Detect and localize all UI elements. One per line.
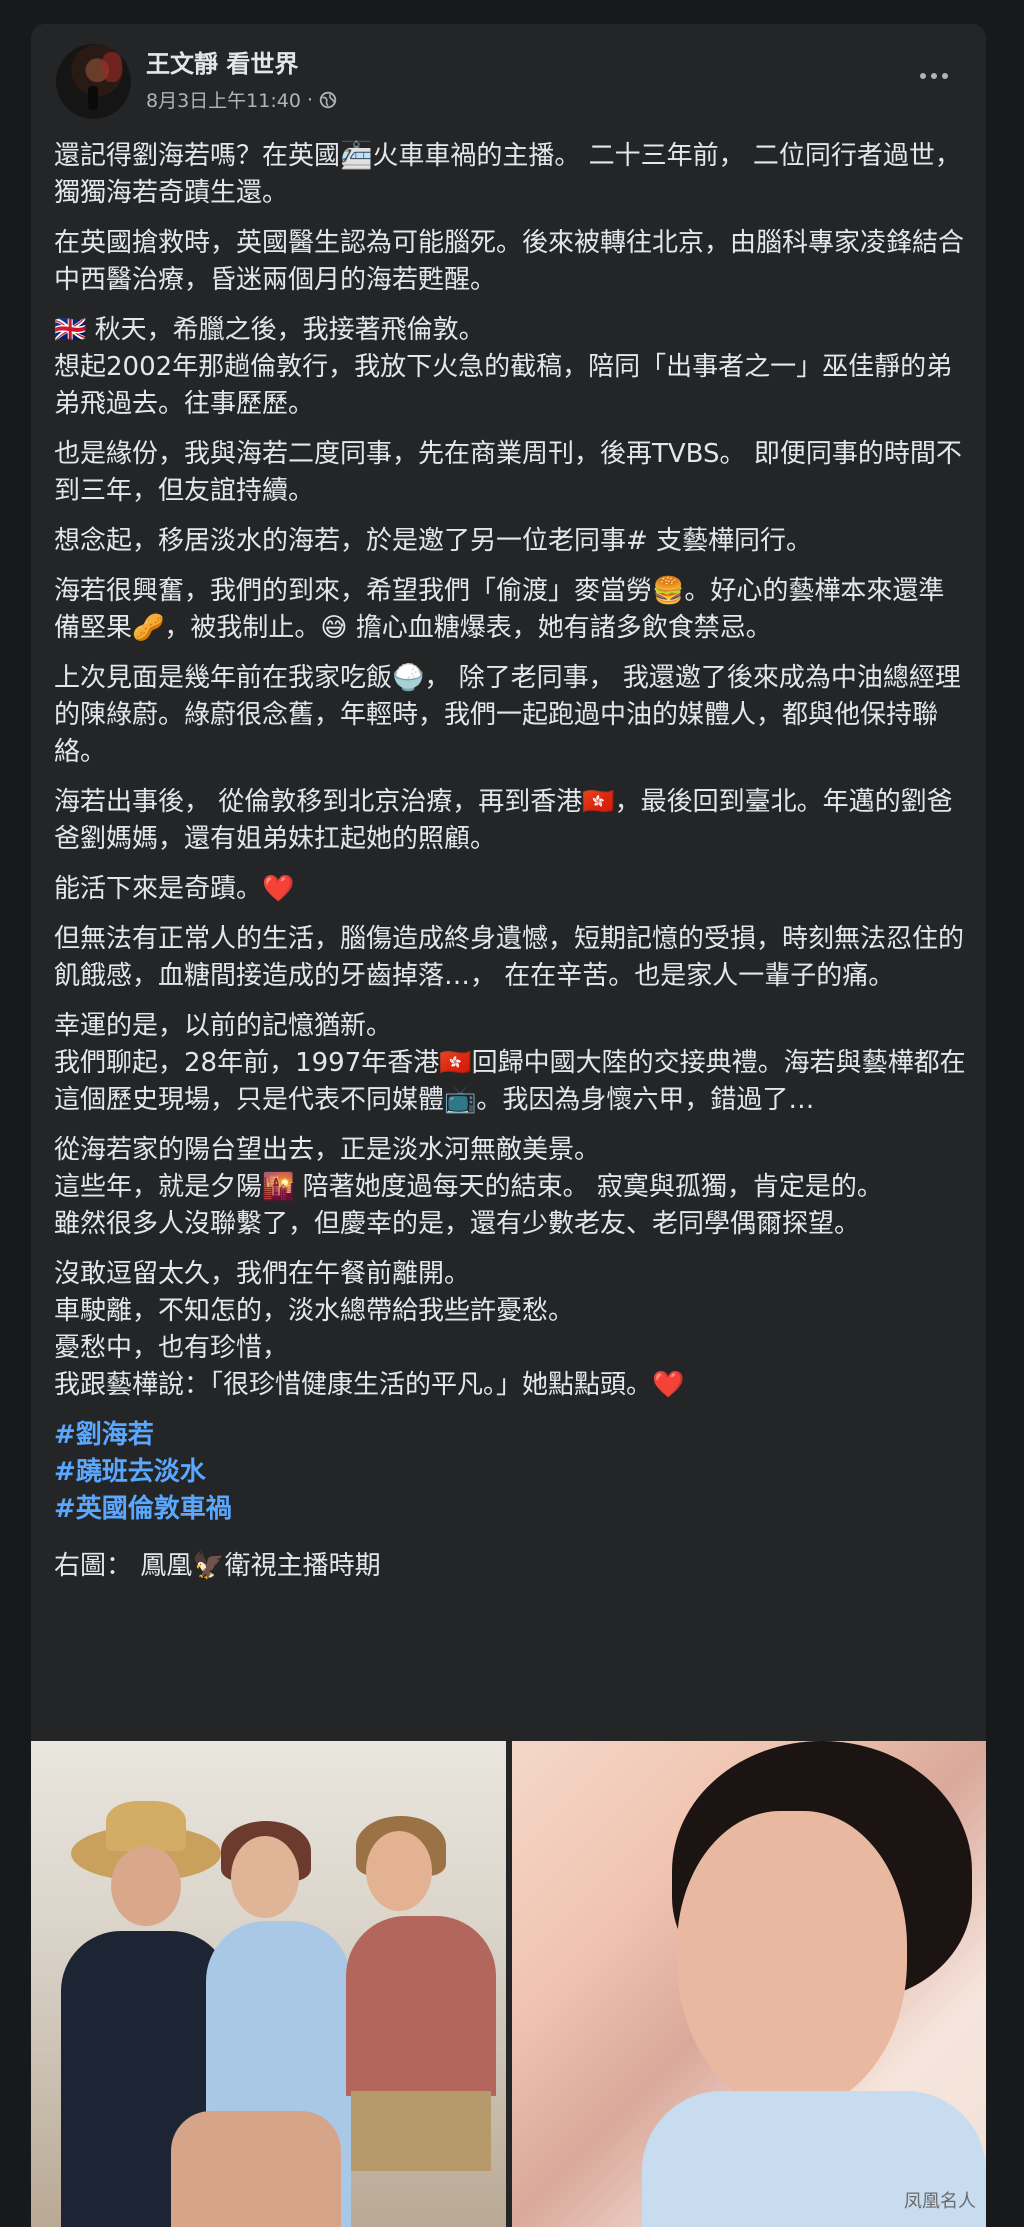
figure-legs [171,2111,341,2227]
meta-separator: · [306,88,313,111]
post-paragraph: 但無法有正常人的生活，腦傷造成終身遺憾，短期記憶的受損，時刻無法忍住的飢餓感，血… [54,924,965,991]
post-body: 還記得劉海若嗎？在英國🚈火車車禍的主播。 二十三年前， 二位同行者過世，獨獨海若… [54,138,969,1585]
more-options-dot [942,73,948,79]
figure-face [366,1831,432,1911]
microphone-icon [88,86,98,110]
post-header: 王文靜 看世界 8月3日上午11:40 · [31,24,986,124]
hashtag-list: #劉海若 #蹺班去淡水 #英國倫敦車禍 [54,1417,969,1528]
post-paragraph: 海若出事後， 從倫敦移到北京治療，再到香港🇭🇰，最後回到臺北。年邁的劉爸爸劉媽媽… [54,787,953,854]
figure-face [231,1836,299,1918]
hashtag-link[interactable]: #蹺班去淡水 [54,1454,969,1491]
photo-three-women[interactable] [31,1741,506,2227]
avatar-light [102,52,122,82]
post-paragraph: 還記得劉海若嗎？在英國🚈火車車禍的主播。 二十三年前， 二位同行者過世，獨獨海若… [54,141,961,208]
post-paragraph: 從海若家的陽台望出去，正是淡水河無敵美景。 這些年，就是夕陽🌇 陪著她度過每天的… [54,1135,883,1239]
more-options-dot [931,73,937,79]
post-paragraph: 🇬🇧 秋天，希臘之後，我接著飛倫敦。 想起2002年那趟倫敦行，我放下火急的截稿… [54,315,953,419]
post-paragraph: 幸運的是，以前的記憶猶新。 我們聊起，28年前，1997年香港🇭🇰回歸中國大陸的… [54,1011,966,1115]
facebook-post: 王文靜 看世界 8月3日上午11:40 · 還記得劉海若嗎？在英國🚈火車車禍的主… [31,24,986,2227]
figure-face [111,1846,181,1926]
figure-shorts [351,2091,491,2171]
more-options-button[interactable] [912,62,956,90]
post-paragraph: 能活下來是奇蹟。❤️ [54,874,295,904]
photo-portrait[interactable]: 凤凰名人 [512,1741,986,2227]
photo-grid: 凤凰名人 [31,1741,986,2227]
post-paragraph: 海若很興奮，我們的到來，希望我們「偷渡」麥當勞🍔。好心的藝樺本來還準備堅果🥜，被… [54,576,945,643]
author-name[interactable]: 王文靜 看世界 [146,44,298,79]
post-paragraph: 上次見面是幾年前在我家吃飯🍚， 除了老同事， 我還邀了後來成為中油總經理的陳綠蔚… [54,663,961,767]
image-watermark: 凤凰名人 [904,2191,976,2212]
hashtag-link[interactable]: #劉海若 [54,1417,969,1454]
post-paragraph: 沒敢逗留太久，我們在午餐前離開。 車駛離，不知怎的，淡水總帶給我些許憂愁。 憂愁… [54,1259,685,1400]
photo-caption: 右圖： 鳳凰🦅衛視主播時期 [54,1551,381,1581]
post-paragraph: 也是緣份，我與海若二度同事，先在商業周刊，後再TVBS。 即便同事的時間不到三年… [54,439,962,506]
post-meta: 8月3日上午11:40 · [146,86,337,113]
post-paragraph: 在英國搶救時，英國醫生認為可能腦死。後來被轉往北京，由腦科專家凌鋒結合中西醫治療… [54,228,965,295]
hashtag-link[interactable]: #英國倫敦車禍 [54,1491,969,1528]
portrait-face [677,1811,907,2111]
globe-icon[interactable] [319,91,337,109]
post-paragraph: 想念起，移居淡水的海若，於是邀了另一位老同事# 支藝樺同行。 [54,526,813,556]
hat-crown [106,1801,186,1851]
post-timestamp[interactable]: 8月3日上午11:40 [146,86,301,113]
more-options-dot [920,73,926,79]
author-avatar[interactable] [56,44,131,119]
figure-body [346,1916,496,2096]
